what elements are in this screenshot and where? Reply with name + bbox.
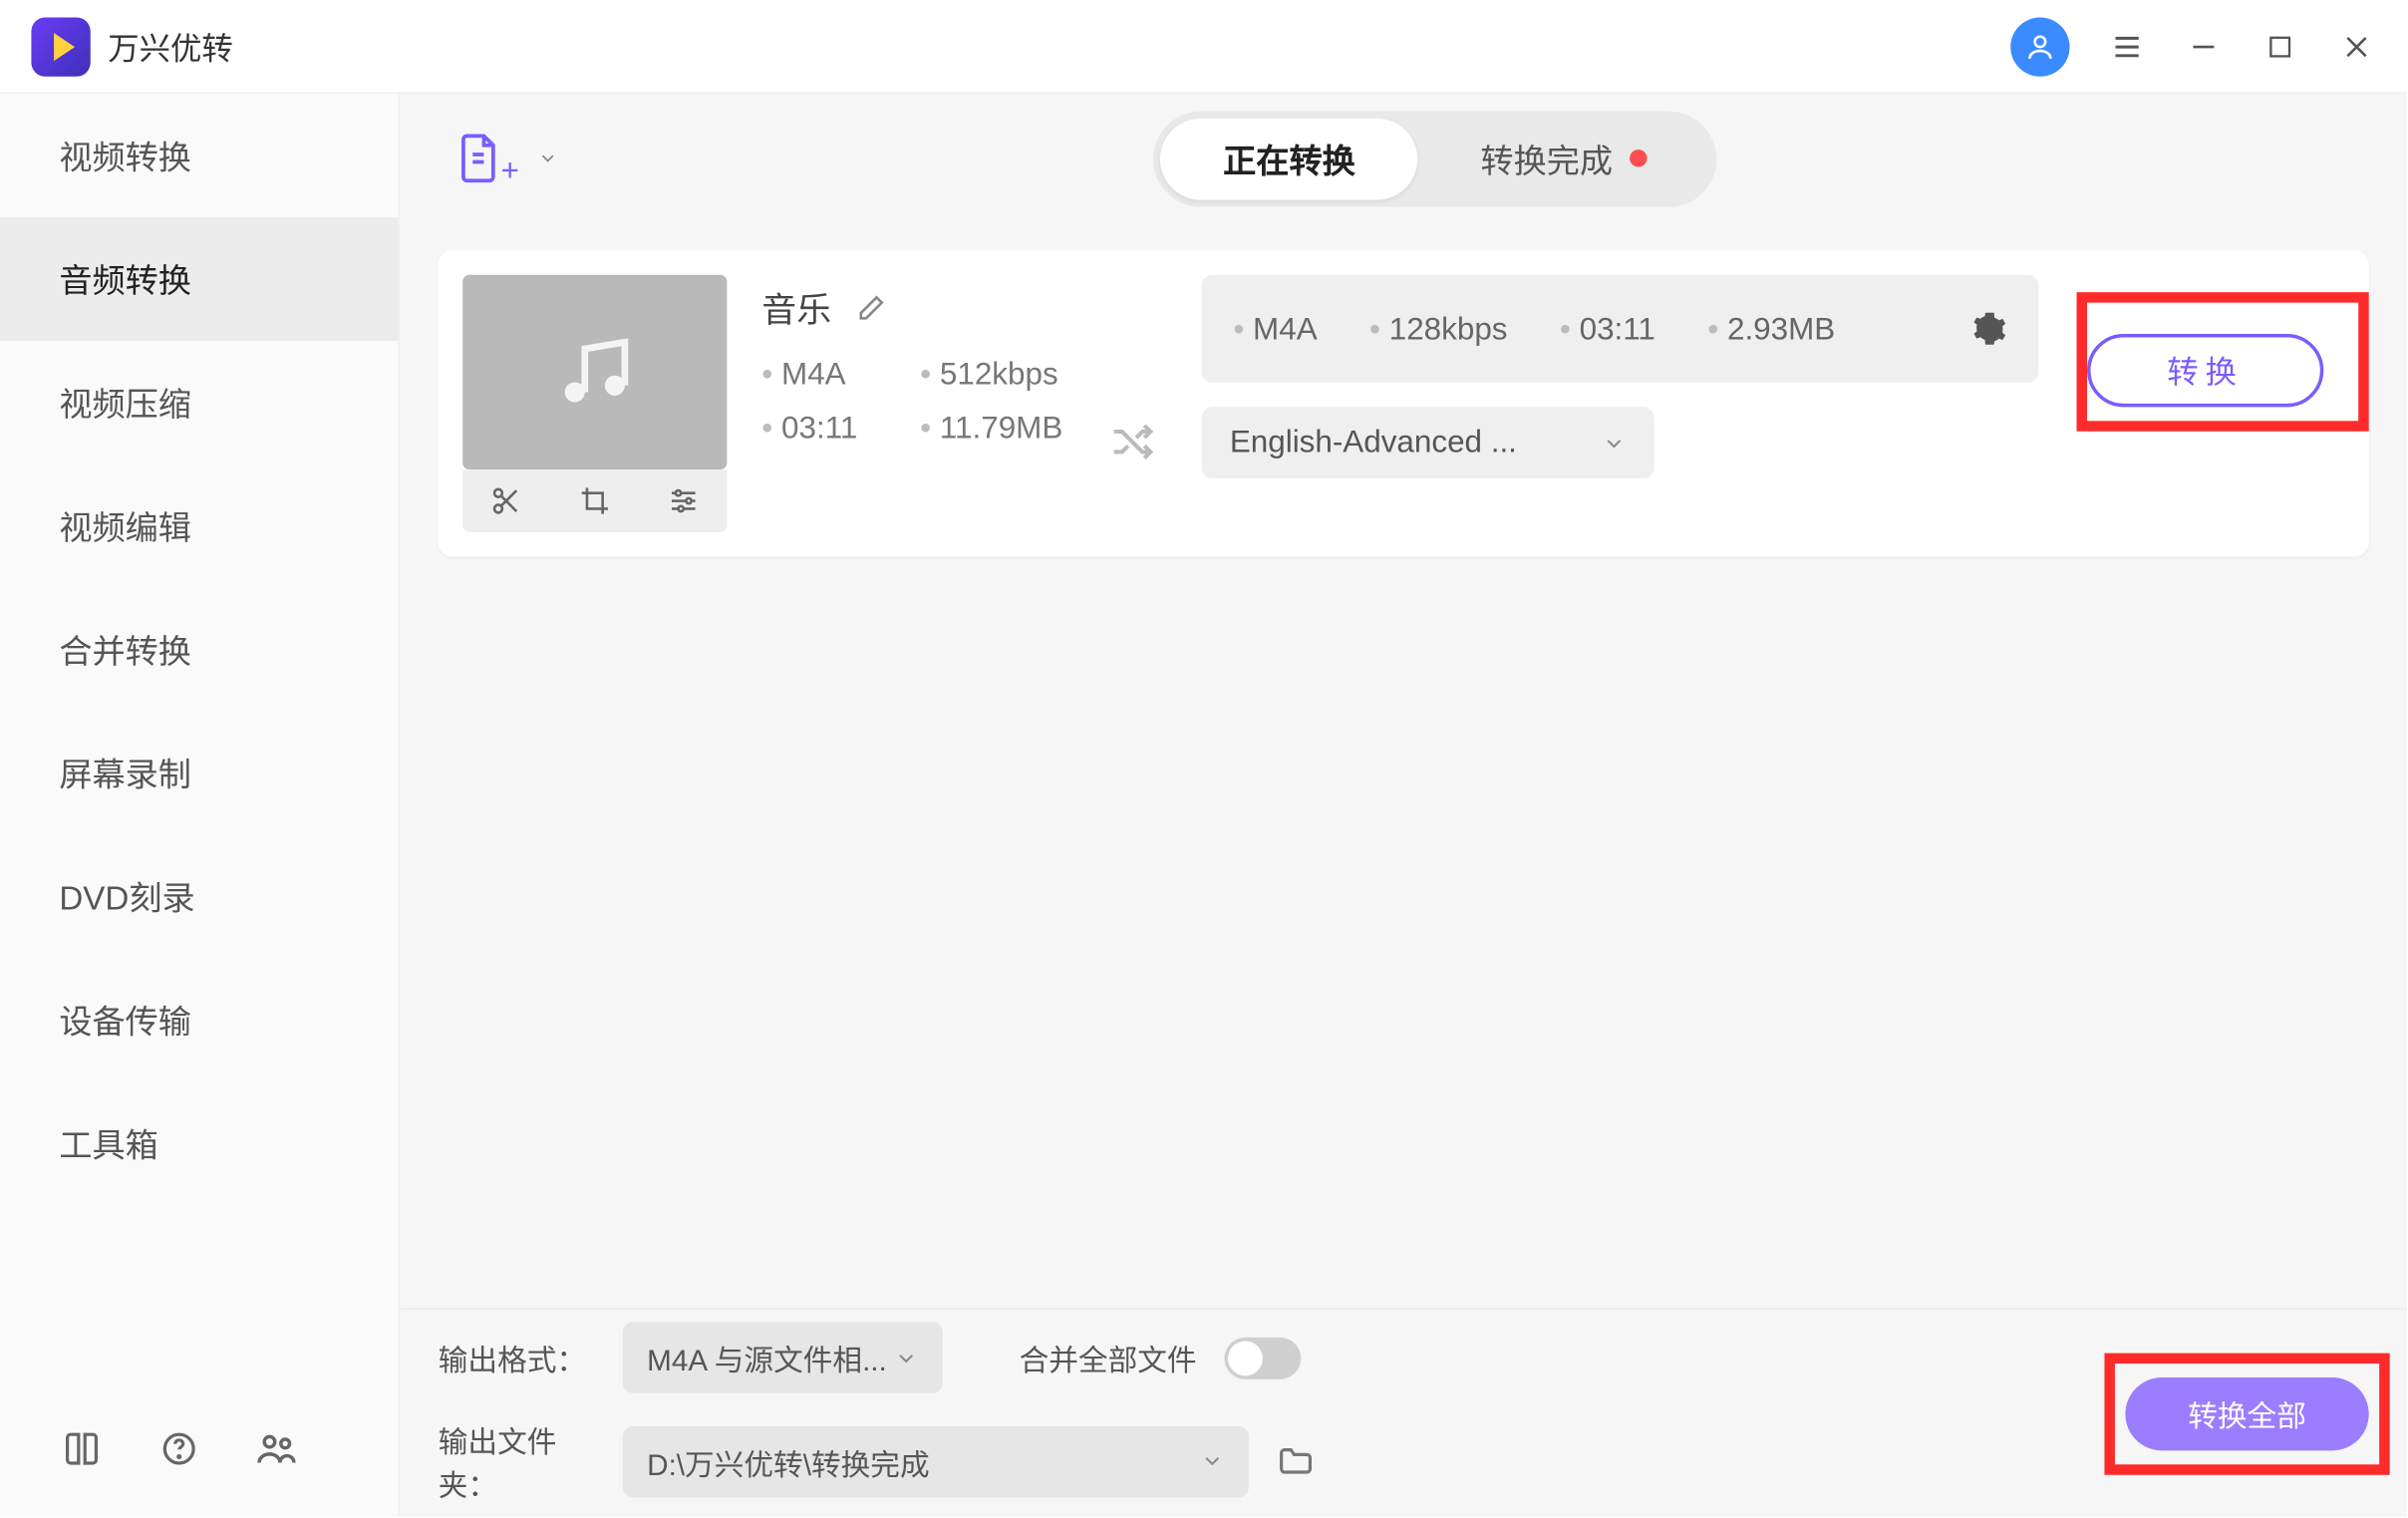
minimize-icon[interactable] — [2185, 27, 2223, 65]
open-folder-icon[interactable] — [1277, 1442, 1315, 1480]
output-folder-label: 输出文件夹： — [439, 1417, 595, 1504]
language-value: English-Advanced ... — [1230, 425, 1517, 461]
maximize-icon[interactable] — [2261, 27, 2299, 65]
item-title: 音乐 — [761, 282, 831, 333]
gear-icon[interactable] — [1972, 311, 2007, 346]
src-bitrate: 512kbps — [920, 357, 1062, 394]
sidebar-item-audio-convert[interactable]: 音频转换 — [0, 217, 399, 341]
bottombar: 输出格式： M4A 与源文件相... 合并全部文件 输出文件夹： D:\万兴优转… — [400, 1308, 2407, 1516]
thumbnail-tools — [462, 469, 727, 532]
convert-arrow-icon — [1108, 341, 1157, 466]
chevron-down-icon — [1602, 431, 1626, 455]
out-size: 2.93MB — [1707, 310, 1835, 347]
contacts-icon[interactable] — [254, 1426, 299, 1471]
sidebar-item-merge-convert[interactable]: 合并转换 — [0, 588, 399, 712]
out-duration: 03:11 — [1560, 310, 1656, 347]
out-bitrate: 128kbps — [1369, 310, 1508, 347]
sidebar-item-device-transfer[interactable]: 设备传输 — [0, 958, 399, 1081]
sidebar-item-video-convert[interactable]: 视频转换 — [0, 94, 399, 217]
add-plus-icon: + — [501, 152, 519, 189]
music-note-icon — [555, 332, 635, 412]
user-avatar[interactable] — [2010, 17, 2069, 76]
manual-icon[interactable] — [59, 1426, 104, 1471]
src-duration: 03:11 — [761, 411, 857, 448]
chevron-down-icon — [894, 1346, 918, 1369]
sidebar-item-video-edit[interactable]: 视频编辑 — [0, 464, 399, 588]
tab-converting[interactable]: 正在转换 — [1160, 118, 1417, 199]
sidebar-item-video-compress[interactable]: 视频压缩 — [0, 341, 399, 464]
output-format-label: 输出格式： — [439, 1336, 595, 1379]
help-icon[interactable] — [156, 1426, 201, 1471]
badge-dot-icon — [1631, 150, 1648, 166]
file-thumbnail[interactable] — [462, 275, 727, 469]
cut-icon[interactable] — [491, 485, 522, 516]
convert-button[interactable]: 转换 — [2087, 334, 2323, 407]
edit-title-icon[interactable] — [856, 291, 887, 322]
sidebar-item-screen-record[interactable]: 屏幕录制 — [0, 712, 399, 835]
tab-done[interactable]: 转换完成 — [1418, 118, 1710, 199]
status-tabs: 正在转换 转换完成 — [1153, 111, 1716, 206]
titlebar: 万兴优转 — [0, 0, 2407, 94]
crop-icon[interactable] — [579, 485, 610, 516]
merge-all-label: 合并全部文件 — [1020, 1336, 1197, 1379]
sidebar-item-dvd-burn[interactable]: DVD刻录 — [0, 835, 399, 959]
output-format-value: M4A 与源文件相... — [647, 1336, 887, 1379]
language-select[interactable]: English-Advanced ... — [1202, 407, 1655, 478]
convert-all-button[interactable]: 转换全部 — [2125, 1376, 2368, 1449]
menu-icon[interactable] — [2108, 27, 2146, 65]
sidebar: 视频转换 音频转换 视频压缩 视频编辑 合并转换 屏幕录制 DVD刻录 设备传输… — [0, 94, 400, 1516]
sidebar-item-toolbox[interactable]: 工具箱 — [0, 1081, 399, 1205]
output-folder-value: D:\万兴优转\转换完成 — [647, 1439, 929, 1483]
adjust-icon[interactable] — [667, 485, 698, 516]
app-logo — [31, 17, 90, 76]
merge-all-toggle[interactable] — [1224, 1337, 1301, 1378]
output-folder-select[interactable]: D:\万兴优转\转换完成 — [623, 1425, 1249, 1497]
output-format-select[interactable]: M4A 与源文件相... — [623, 1322, 943, 1393]
file-card: 音乐 M4A 512kbps 03:11 11.79MB — [439, 250, 2369, 556]
app-title: 万兴优转 — [108, 24, 233, 69]
close-icon[interactable] — [2337, 27, 2375, 65]
add-file-button[interactable]: + — [439, 118, 575, 199]
src-format: M4A — [761, 357, 857, 394]
chevron-down-icon — [1200, 1449, 1224, 1473]
src-size: 11.79MB — [920, 411, 1062, 448]
output-settings-box[interactable]: M4A 128kbps 03:11 2.93MB — [1202, 275, 2038, 383]
out-format: M4A — [1233, 310, 1317, 347]
